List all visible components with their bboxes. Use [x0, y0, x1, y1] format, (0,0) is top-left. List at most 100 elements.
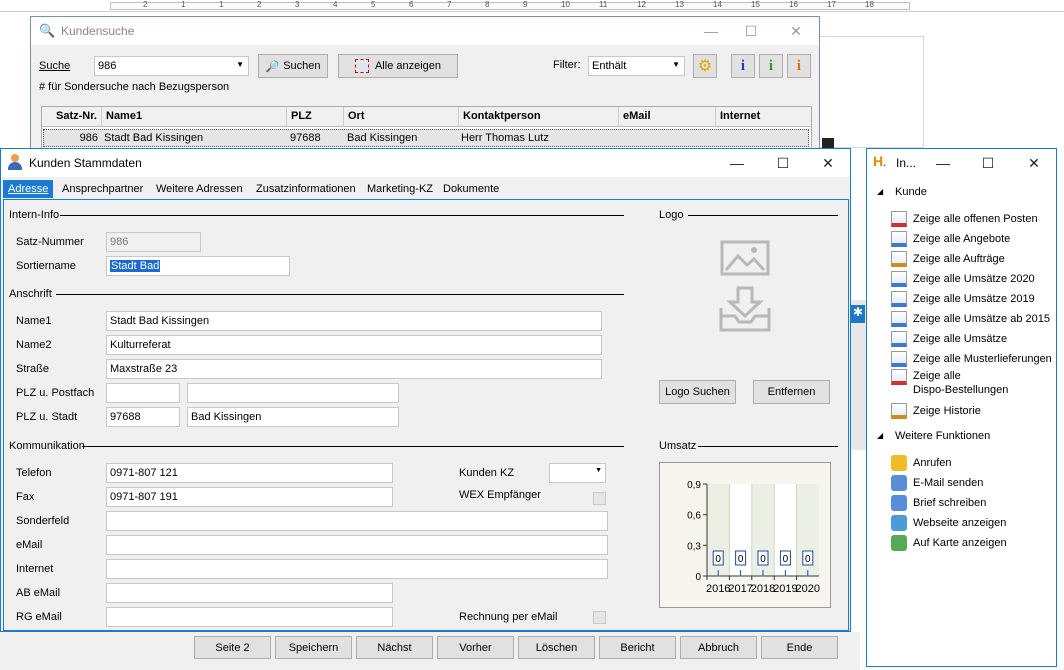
kundensuche-title: Kundensuche: [61, 24, 135, 38]
name1-field[interactable]: Stadt Bad Kissingen: [106, 311, 602, 331]
col-ort[interactable]: Ort: [344, 107, 459, 127]
tab-ansprechpartner[interactable]: Ansprechpartner: [57, 180, 148, 198]
wex-checkbox[interactable]: [593, 492, 606, 505]
name2-field[interactable]: Kulturreferat: [106, 335, 602, 355]
sales-all-icon: [891, 331, 907, 347]
info-title: In...: [896, 156, 917, 170]
chevron-down-icon[interactable]: ▼: [236, 60, 244, 69]
rechnung-email-checkbox[interactable]: [593, 611, 606, 624]
close-button[interactable]: ✕: [808, 149, 848, 177]
col-email[interactable]: eMail: [619, 107, 716, 127]
rg-email-field[interactable]: [106, 607, 393, 627]
chevron-down-icon[interactable]: ▼: [595, 467, 602, 474]
plz-field[interactable]: 97688: [106, 407, 180, 427]
col-kontaktperson[interactable]: Kontaktperson: [459, 107, 619, 127]
tree-item[interactable]: E-Mail senden: [891, 473, 983, 493]
collapse-arrow-icon[interactable]: ◢: [877, 431, 883, 440]
close-button[interactable]: ✕: [776, 17, 816, 45]
info-orange-button[interactable]: i: [787, 54, 811, 78]
tree-item[interactable]: Zeige alle Umsätze ab 2015: [891, 309, 1050, 329]
tab-dokumente[interactable]: Dokumente: [438, 180, 504, 198]
maximize-button[interactable]: ☐: [731, 17, 771, 45]
table-row[interactable]: 986 Stadt Bad Kissingen 97688 Bad Kissin…: [43, 129, 809, 147]
tree-item[interactable]: Zeige alle offenen Posten: [891, 209, 1038, 229]
tree-item-label: E-Mail senden: [913, 477, 984, 489]
tree-item[interactable]: Zeige alle Dispo-Bestellungen: [891, 369, 1008, 401]
y-tick-label: 0,6: [687, 511, 701, 522]
logo-search-button[interactable]: Logo Suchen: [659, 380, 736, 404]
sample-delivery-icon: [891, 351, 907, 367]
maximize-button[interactable]: ☐: [968, 149, 1008, 177]
seite-2-button[interactable]: Seite 2: [194, 636, 271, 659]
tree-item[interactable]: Zeige alle Aufträge: [891, 249, 1005, 269]
bericht-button[interactable]: Bericht: [599, 636, 676, 659]
col-satz-nr[interactable]: Satz-Nr.: [42, 107, 102, 127]
ab-email-field[interactable]: [106, 583, 393, 603]
abbruch-button[interactable]: Abbruch: [680, 636, 757, 659]
tab-zusatzinformationen[interactable]: Zusatzinformationen: [251, 180, 361, 198]
internet-field[interactable]: [106, 559, 608, 579]
kundensuche-titlebar: 🔍 Kundensuche — ☐ ✕: [31, 17, 819, 45]
ruler-mark: 13: [675, 0, 684, 9]
tree-item[interactable]: Anrufen: [891, 453, 952, 473]
settings-button[interactable]: ⚙: [693, 54, 717, 78]
col-name1[interactable]: Name1: [102, 107, 287, 127]
vorher-button[interactable]: Vorher: [437, 636, 514, 659]
col-plz[interactable]: PLZ: [287, 107, 344, 127]
tree-item[interactable]: Zeige alle Umsätze: [891, 329, 1007, 349]
strasse-field[interactable]: Maxstraße 23: [106, 359, 602, 379]
tab-weitere-adressen[interactable]: Weitere Adressen: [151, 180, 248, 198]
email-field[interactable]: [106, 535, 608, 555]
minimize-button[interactable]: —: [691, 17, 731, 45]
tree-item[interactable]: Auf Karte anzeigen: [891, 533, 1007, 553]
info-green-button[interactable]: i: [759, 54, 783, 78]
fax-field[interactable]: 0971-807 191: [106, 487, 393, 507]
info-blue-button[interactable]: i: [731, 54, 755, 78]
group-line: [688, 215, 838, 216]
tree-item[interactable]: Zeige alle Umsätze 2019: [891, 289, 1035, 309]
tab-adresse[interactable]: Adresse: [3, 180, 54, 198]
maximize-button[interactable]: ☐: [763, 149, 803, 177]
minimize-button[interactable]: —: [717, 149, 757, 177]
logo-remove-button[interactable]: Entfernen: [753, 380, 830, 404]
x-tick-label: 2020: [796, 583, 820, 595]
tree-item[interactable]: Zeige alle Umsätze 2020: [891, 269, 1035, 289]
label-sortiername: Sortiername: [16, 260, 76, 272]
sonderfeld-field[interactable]: [106, 511, 608, 531]
naechst-button[interactable]: Nächst: [356, 636, 433, 659]
y-tick-label: 0,3: [687, 541, 701, 552]
plz-postfach-field[interactable]: [106, 383, 180, 403]
tree-item[interactable]: Webseite anzeigen: [891, 513, 1006, 533]
show-all-button[interactable]: Alle anzeigen: [338, 54, 458, 78]
filter-label: Filter:: [553, 59, 581, 71]
ruler-mark: 7: [447, 0, 452, 9]
ende-button[interactable]: Ende: [761, 636, 838, 659]
sortiername-field[interactable]: Stadt Bad: [106, 256, 290, 276]
tree-item-label: Zeige alle Umsätze: [913, 333, 1008, 345]
tree-item[interactable]: Zeige alle Musterlieferungen: [891, 349, 1052, 369]
stadt-field[interactable]: Bad Kissingen: [187, 407, 399, 427]
search-combo[interactable]: 986 ▼: [94, 56, 249, 76]
tree-item[interactable]: Brief schreiben: [891, 493, 986, 513]
col-internet[interactable]: Internet: [716, 107, 811, 127]
postfach-field[interactable]: [187, 383, 399, 403]
minimize-button[interactable]: —: [923, 149, 963, 177]
speichern-button[interactable]: Speichern: [275, 636, 352, 659]
search-button[interactable]: 🔎 Suchen: [258, 54, 328, 78]
phone-icon: [891, 455, 907, 471]
ruler-mark: 17: [827, 0, 836, 9]
ruler-mark: 15: [751, 0, 760, 9]
telefon-field[interactable]: 0971-807 121: [106, 463, 393, 483]
sortiername-selected-text: Stadt Bad: [110, 260, 161, 272]
loeschen-button[interactable]: Löschen: [518, 636, 595, 659]
sales-2019-icon: [891, 291, 907, 307]
tab-marketing-kz[interactable]: Marketing-KZ: [362, 180, 438, 198]
chevron-down-icon[interactable]: ▼: [672, 60, 680, 69]
filter-combo[interactable]: Enthält ▼: [588, 56, 685, 76]
close-button[interactable]: ✕: [1014, 149, 1054, 177]
label-name2: Name2: [16, 339, 52, 351]
tree-item[interactable]: Zeige alle Angebote: [891, 229, 1010, 249]
tree-item[interactable]: Zeige Historie: [891, 401, 981, 421]
kunden-kz-combo[interactable]: ▼: [549, 463, 606, 483]
collapse-arrow-icon[interactable]: ◢: [877, 187, 883, 196]
